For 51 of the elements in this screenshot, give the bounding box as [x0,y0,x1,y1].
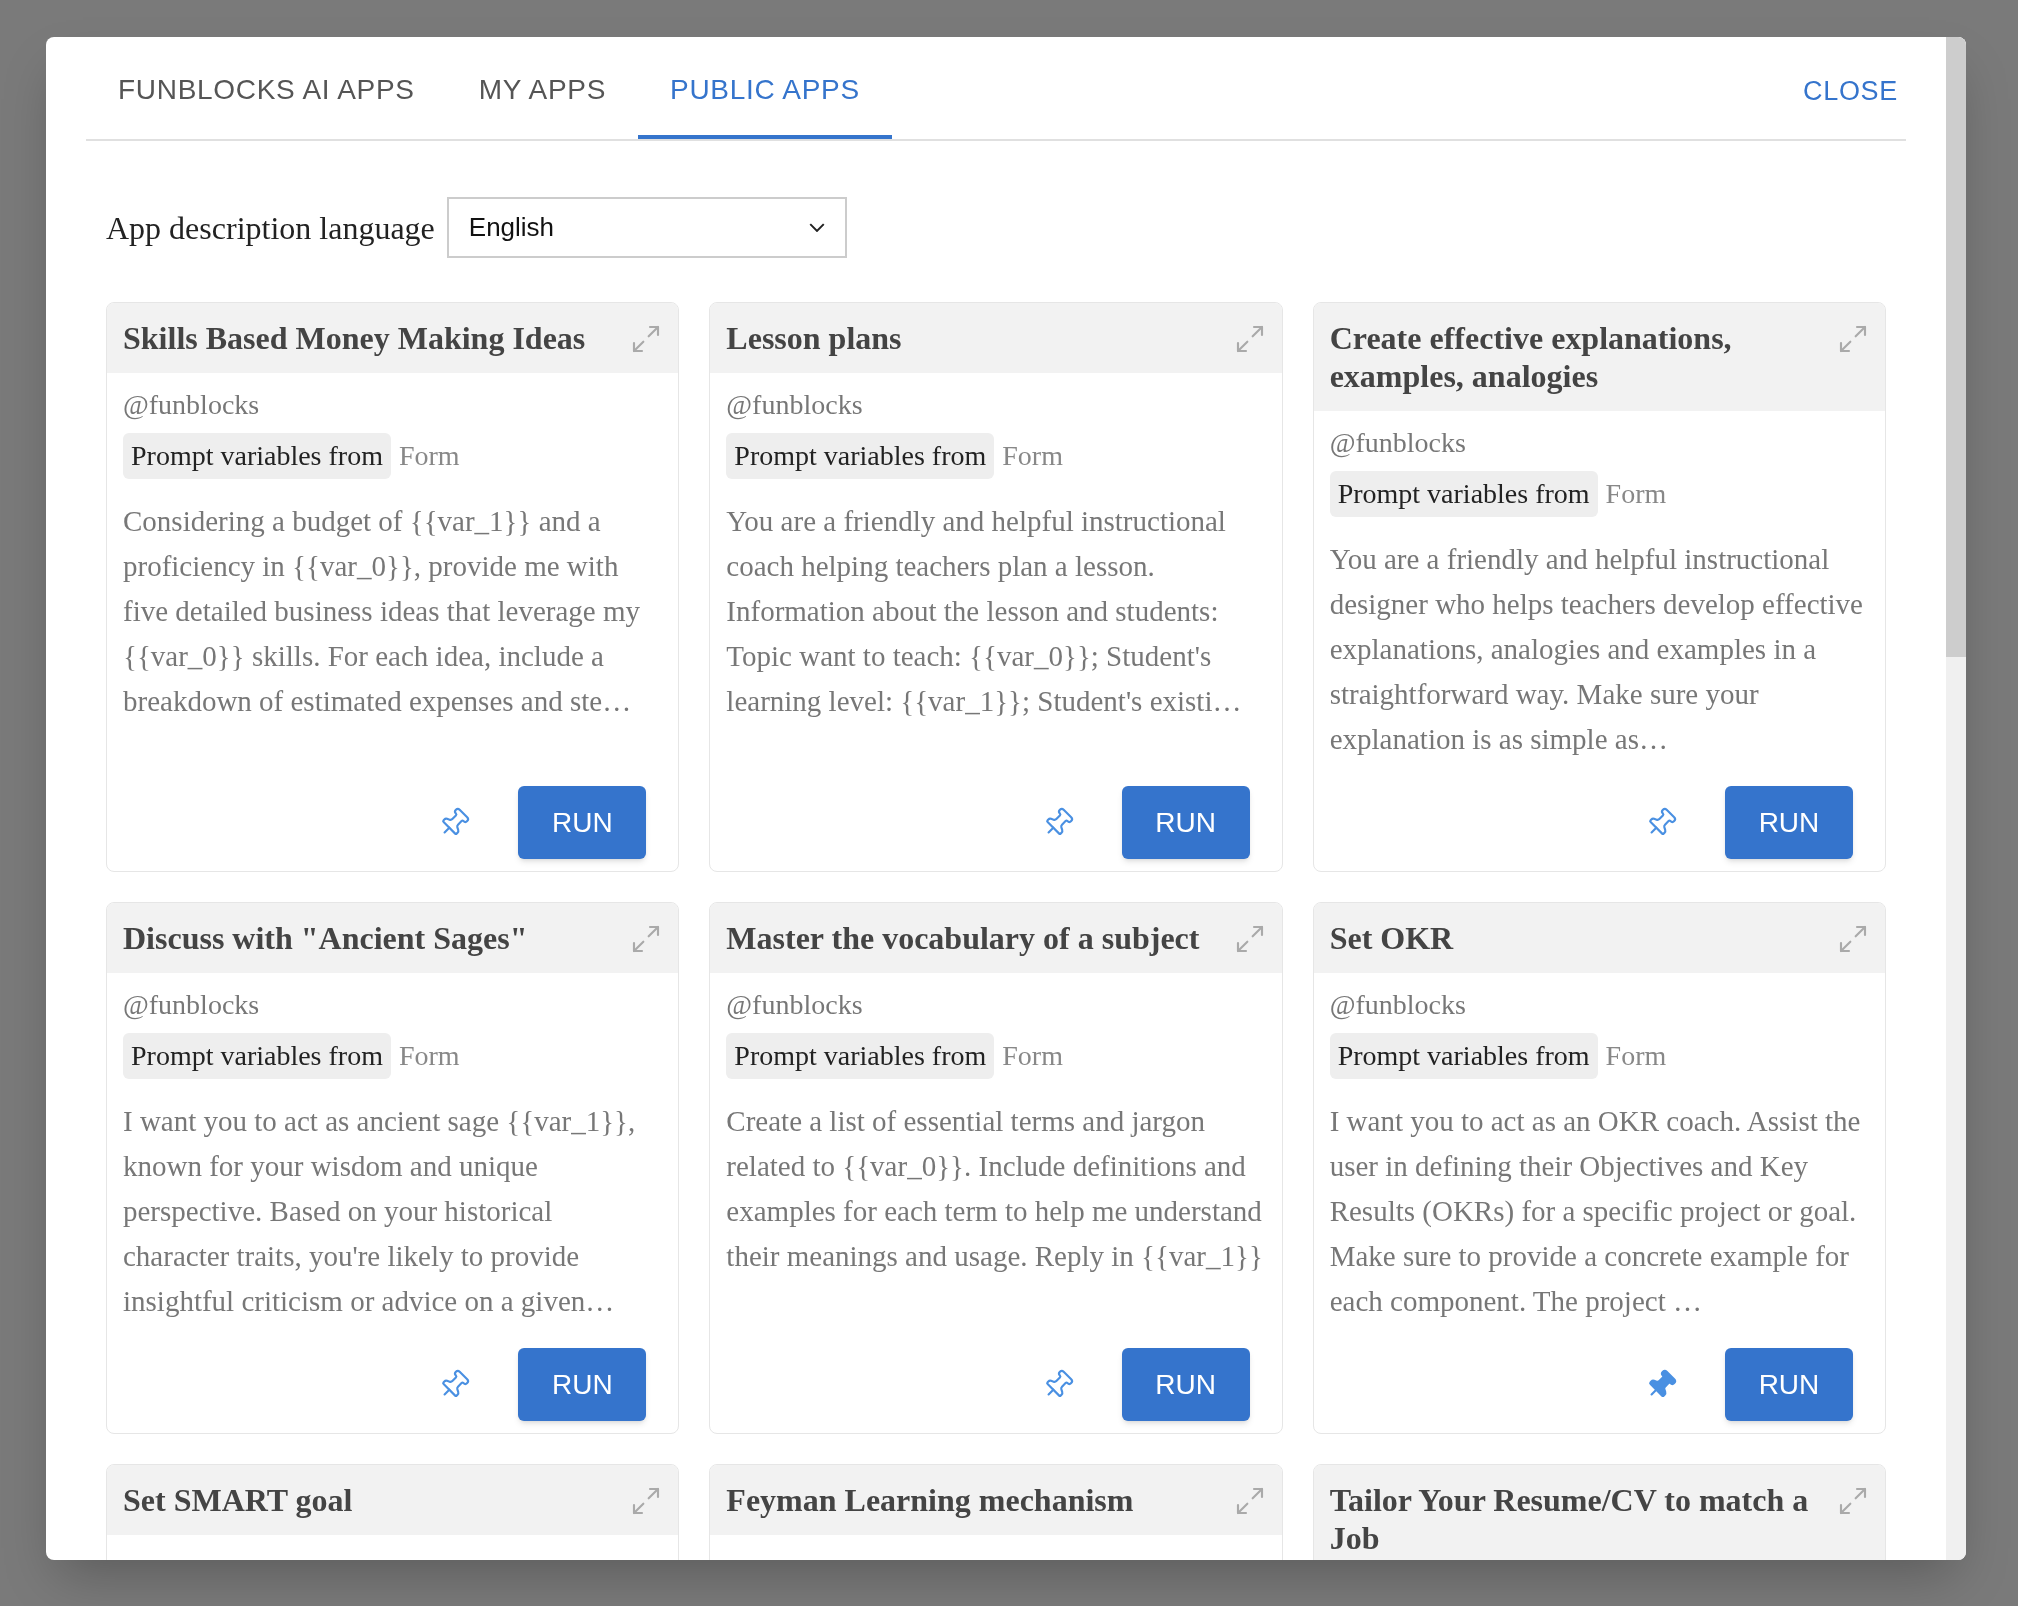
app-title: Discuss with "Ancient Sages" [123,919,528,957]
variables-source: Form [1605,1039,1667,1073]
app-description: You are a friendly and helpful instructional designer who helps teachers develop effective explanations, analogies and examples in a straightforward way. Make sure your explanation is as simple as… [1329,542,1864,757]
variables-source: Form [1002,1039,1063,1073]
app-title: Set OKR [1329,919,1454,957]
app-description: I want you to act as an OKR coach. Assist the user in defining their Objectives and Key Results (OKRs) for a specific project or goal. Make sure to provide a concrete example for each component. The project … [1329,1104,1862,1319]
chevron-down-icon [808,223,825,232]
tab[interactable]: MY APPS [446,37,638,139]
app-title: Master the vocabulary of a subject [726,919,1200,957]
app-title: Lesson plans [726,319,902,357]
author-text: @funblocks [123,988,261,1022]
app-title: Tailor Your Resume/CV to match a Job [1329,1481,1810,1557]
variables-tag: Prompt variables from [1329,471,1598,517]
author-text: @funblocks [123,388,261,422]
app-title: Create effective explanations, examples, analogies [1329,319,1733,395]
variables-tag: Prompt variables from [123,1033,391,1079]
variables-tag: Prompt variables from [1329,1033,1598,1079]
variables-tag: Prompt variables from [726,1033,995,1079]
expand-icon[interactable] [1837,1485,1869,1517]
scrollbar-thumb[interactable] [1946,37,1966,657]
run-button[interactable]: RUN [1121,1348,1250,1421]
variables-tag: Prompt variables from [123,433,391,479]
scrollbar[interactable] [1946,37,1966,1560]
app-description: I want you to act as ancient sage {{var_1}}, known for your wisdom and unique perspective. Based on your historical character traits, you're likely to provide insightful criticism or advice on a given… [123,1104,637,1319]
app-title: Skills Based Money Making Ideas [123,319,586,357]
app-description: Considering a budget of {{var_1}} and a proficiency in {{var_0}}, provide me with five detailed business ideas that leverage my {{var_0}} skills. For each idea, include a breakdown of estimated expenses and ste… [123,504,641,719]
app-title: Feyman Learning mechanism [726,1481,1134,1519]
run-button[interactable]: RUN [1725,1348,1853,1421]
language-label: App description language [106,208,435,248]
variables-source: Form [398,439,460,473]
variables-source: Form [1605,477,1667,511]
variables-source: Form [1002,439,1063,473]
author-text: @funblocks [1329,426,1467,460]
tab[interactable]: PUBLIC APPS [638,37,892,139]
variables-source: Form [398,1039,460,1073]
author-text: @funblocks [1329,988,1467,1022]
author-text: @funblocks [726,388,864,422]
variables-tag: Prompt variables from [726,433,995,479]
app-title: Set SMART goal [123,1481,353,1519]
tab[interactable]: FUNBLOCKS AI APPS [86,37,447,139]
run-button[interactable]: RUN [518,786,647,859]
expand-icon[interactable] [1837,923,1869,955]
app-description: You are a friendly and helpful instructional coach helping teachers plan a lesson. Information about the lesson and students: Topic want to teach: {{var_0}}; Student's learning level: {{var_1}}; Student's existi… [726,504,1243,719]
author-text: @funblocks [726,988,864,1022]
run-button[interactable]: RUN [1121,786,1250,859]
close-button[interactable]: CLOSE [1803,70,1898,111]
expand-icon[interactable] [1837,323,1869,355]
app-description: Create a list of essential terms and jargon related to {{var_0}}. Include definitions and examples for each term to help me understand their meanings and usage. Reply in {{var_1}} [726,1104,1264,1274]
run-button[interactable]: RUN [1725,786,1853,859]
language-select[interactable]: English [446,197,847,258]
run-button[interactable]: RUN [518,1348,647,1421]
